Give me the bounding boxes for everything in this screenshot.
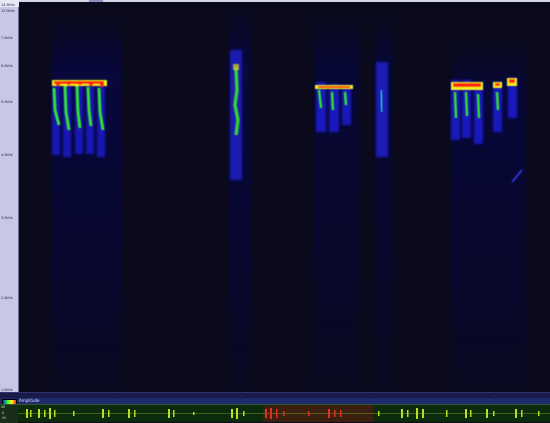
- background-noise-columns: [52, 5, 526, 390]
- freq-tick: 3.0kHz: [1, 216, 19, 220]
- frequency-ruler[interactable]: 14.9kHz 12.9kHz 7.0kHz 6.0kHz 5.0kHz 4.0…: [0, 0, 19, 392]
- scroll-handle[interactable]: [89, 0, 103, 2]
- spectrogram-canvas[interactable]: [19, 0, 550, 392]
- spectrogram-image: [52, 5, 526, 390]
- freq-tick: 4.0kHz: [1, 153, 19, 157]
- waveform-image: [18, 408, 550, 419]
- overview-axis: dB -6 -99: [0, 405, 18, 423]
- freq-tick: 2.0kHz: [1, 296, 19, 300]
- call-3: [315, 82, 353, 132]
- spectrogram-window: 14.9kHz 12.9kHz 7.0kHz 6.0kHz 5.0kHz 4.0…: [0, 0, 550, 423]
- freq-tick: 7.0kHz: [1, 36, 19, 40]
- overview-label: -6: [1, 411, 5, 415]
- waveform-overview[interactable]: dB -6 -99: [0, 404, 550, 423]
- call-2: [230, 50, 242, 180]
- freq-tick: 6.0kHz: [1, 64, 19, 68]
- call-4: [376, 62, 388, 157]
- overview-label: -99: [1, 416, 7, 420]
- overview-label: dB: [1, 405, 6, 409]
- freq-tick: 14.9kHz: [1, 3, 19, 7]
- freq-tick: 5.0kHz: [1, 100, 19, 104]
- freq-tick: 12.9kHz: [1, 9, 19, 13]
- spectrogram-top-bar: [19, 0, 550, 2]
